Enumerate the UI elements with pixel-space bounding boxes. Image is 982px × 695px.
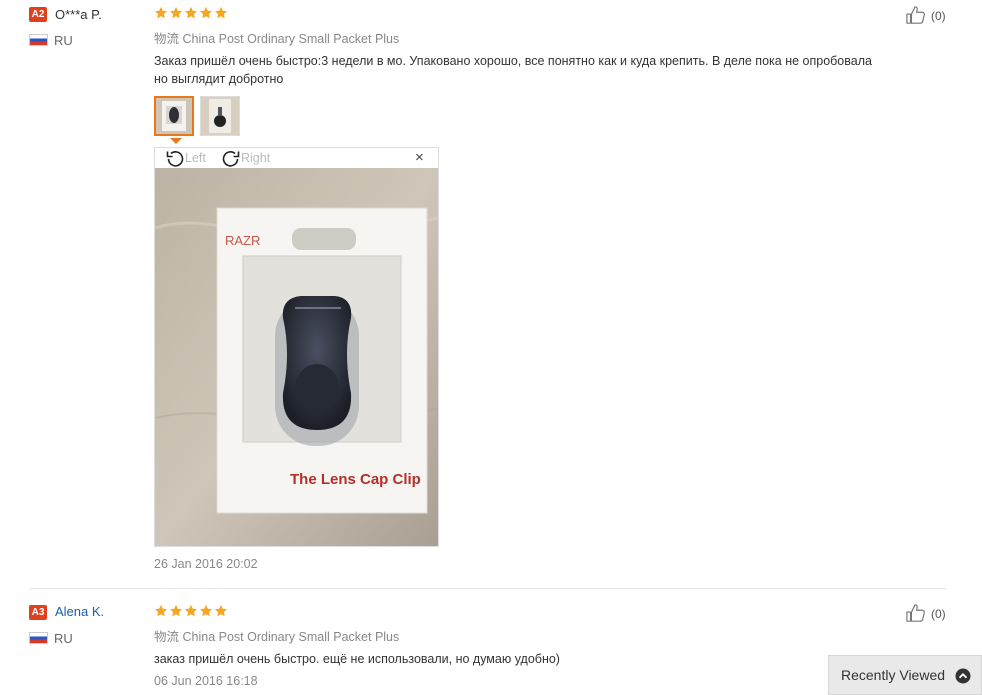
- rotate-right-icon: [222, 151, 240, 167]
- recently-viewed-label: Recently Viewed: [841, 667, 946, 683]
- logistics-label: 物流: [154, 32, 180, 46]
- review-date: 06 Jun 2016 16:18: [154, 674, 258, 688]
- photo-viewer-toolbar: Left Right ×: [155, 148, 438, 168]
- review-comment-line: Заказ пришёл очень быстро:3 недели в мо.…: [154, 54, 872, 68]
- star-icon: [154, 604, 168, 618]
- review-photo[interactable]: RAZR The Lens Cap Clip: [155, 168, 438, 546]
- rotate-right-button[interactable]: Right: [221, 149, 270, 167]
- star-icon: [169, 604, 183, 618]
- star-rating: [154, 6, 228, 20]
- package-title: The Lens Cap Clip: [290, 471, 421, 488]
- like-count: (0): [931, 607, 946, 621]
- star-icon: [154, 6, 168, 20]
- rotate-right-label: Right: [241, 151, 271, 165]
- photo-viewer: Left Right × RAZR The Lens Cap Clip: [154, 147, 439, 547]
- photo-thumbnail[interactable]: [154, 96, 194, 136]
- buyer-level-badge: A2: [29, 7, 47, 22]
- close-icon[interactable]: ×: [415, 150, 424, 165]
- rotate-left-label: Left: [185, 151, 206, 165]
- logistics-method: China Post Ordinary Small Packet Plus: [182, 630, 400, 644]
- recently-viewed-tab[interactable]: Recently Viewed: [828, 655, 982, 695]
- star-icon: [184, 6, 198, 20]
- buyer-name: O***a P.: [55, 7, 102, 22]
- review-divider: [29, 588, 946, 589]
- buyer-country: RU: [54, 33, 73, 48]
- logistics-info: 物流 China Post Ordinary Small Packet Plus: [154, 626, 399, 645]
- active-thumbnail-pointer: [170, 138, 182, 144]
- russia-flag-icon: [29, 34, 48, 46]
- logistics-method: China Post Ordinary Small Packet Plus: [182, 32, 400, 46]
- buyer-country: RU: [54, 631, 73, 646]
- rotate-left-icon: [166, 151, 184, 167]
- photo-thumbnail-image: [201, 97, 239, 135]
- photo-thumbnail[interactable]: [200, 96, 240, 136]
- star-icon: [169, 6, 183, 20]
- package-brand: RAZR: [225, 233, 260, 248]
- buyer-name[interactable]: Alena K.: [55, 604, 104, 619]
- photo-thumbnail-image: [156, 98, 192, 134]
- chevron-up-icon: [955, 668, 971, 684]
- buyer-level-badge: A3: [29, 605, 47, 620]
- review-comment: Заказ пришёл очень быстро:3 недели в мо.…: [154, 52, 954, 88]
- review-comment-line: но выглядит добротно: [154, 72, 284, 86]
- russia-flag-icon: [29, 632, 48, 644]
- photo-thumbnails: [154, 96, 240, 136]
- thumbs-up-icon[interactable]: [905, 5, 927, 25]
- star-icon: [214, 604, 228, 618]
- star-icon: [214, 6, 228, 20]
- star-icon: [184, 604, 198, 618]
- star-icon: [199, 604, 213, 618]
- review-date: 26 Jan 2016 20:02: [154, 557, 258, 571]
- like-count: (0): [931, 9, 946, 23]
- thumbs-up-icon[interactable]: [905, 603, 927, 623]
- review-item: A2 O***a P. RU (0) 物流 China Post Ordinar…: [0, 0, 982, 588]
- star-rating: [154, 604, 228, 618]
- logistics-label: 物流: [154, 630, 180, 644]
- star-icon: [199, 6, 213, 20]
- rotate-left-button[interactable]: Left: [165, 149, 206, 167]
- logistics-info: 物流 China Post Ordinary Small Packet Plus: [154, 28, 399, 47]
